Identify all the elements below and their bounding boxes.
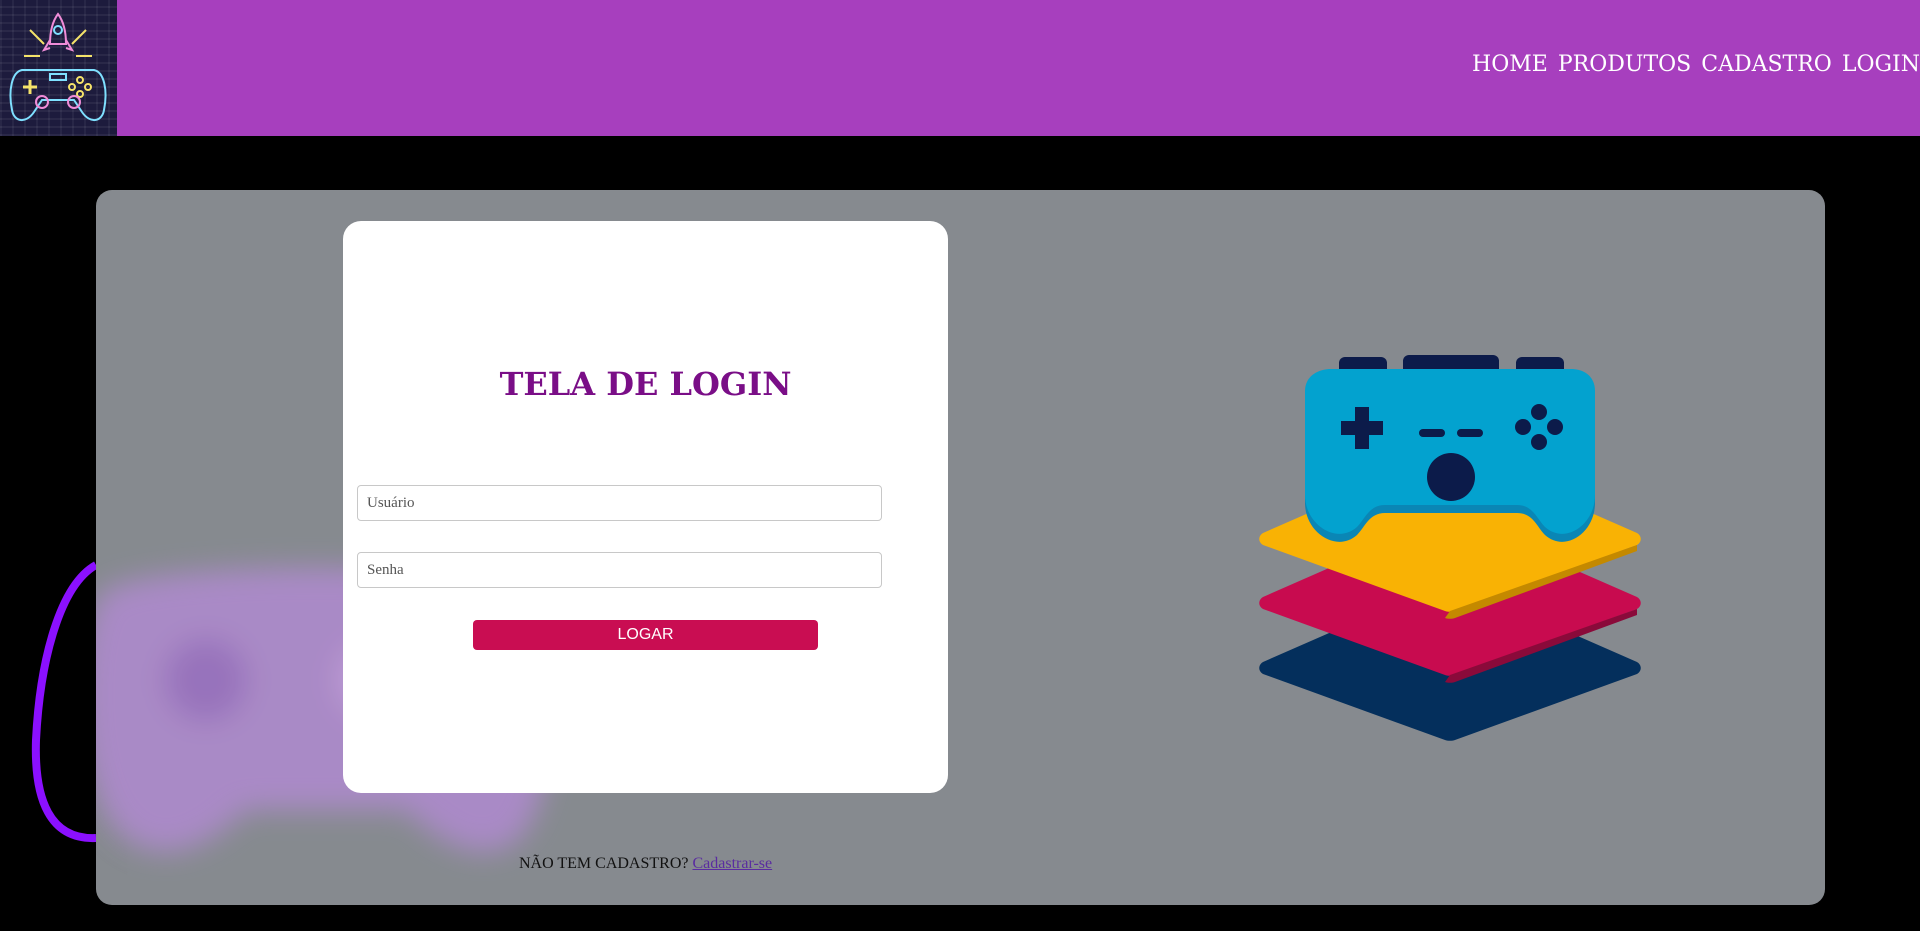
login-title: TELA DE LOGIN bbox=[499, 365, 792, 403]
login-card: TELA DE LOGIN LOGAR bbox=[343, 221, 948, 793]
main-nav: HOME PRODUTOS CADASTRO LOGIN bbox=[1472, 52, 1920, 77]
nav-produtos-link[interactable]: PRODUTOS bbox=[1558, 52, 1691, 77]
nav-home-link[interactable]: HOME bbox=[1472, 52, 1548, 77]
nav-login-link[interactable]: LOGIN bbox=[1842, 52, 1920, 77]
signup-link[interactable]: Cadastrar-se bbox=[692, 855, 772, 872]
site-header: HOME PRODUTOS CADASTRO LOGIN bbox=[0, 0, 1920, 136]
gamepad-on-layers-icon bbox=[1259, 355, 1641, 741]
signup-prompt: NÃO TEM CADASTRO? Cadastrar-se bbox=[519, 855, 772, 873]
password-input[interactable] bbox=[357, 552, 882, 588]
signup-prompt-text: NÃO TEM CADASTRO? bbox=[519, 855, 689, 872]
nav-cadastro-link[interactable]: CADASTRO bbox=[1701, 52, 1832, 77]
username-input[interactable] bbox=[357, 485, 882, 521]
login-button[interactable]: LOGAR bbox=[473, 620, 818, 650]
